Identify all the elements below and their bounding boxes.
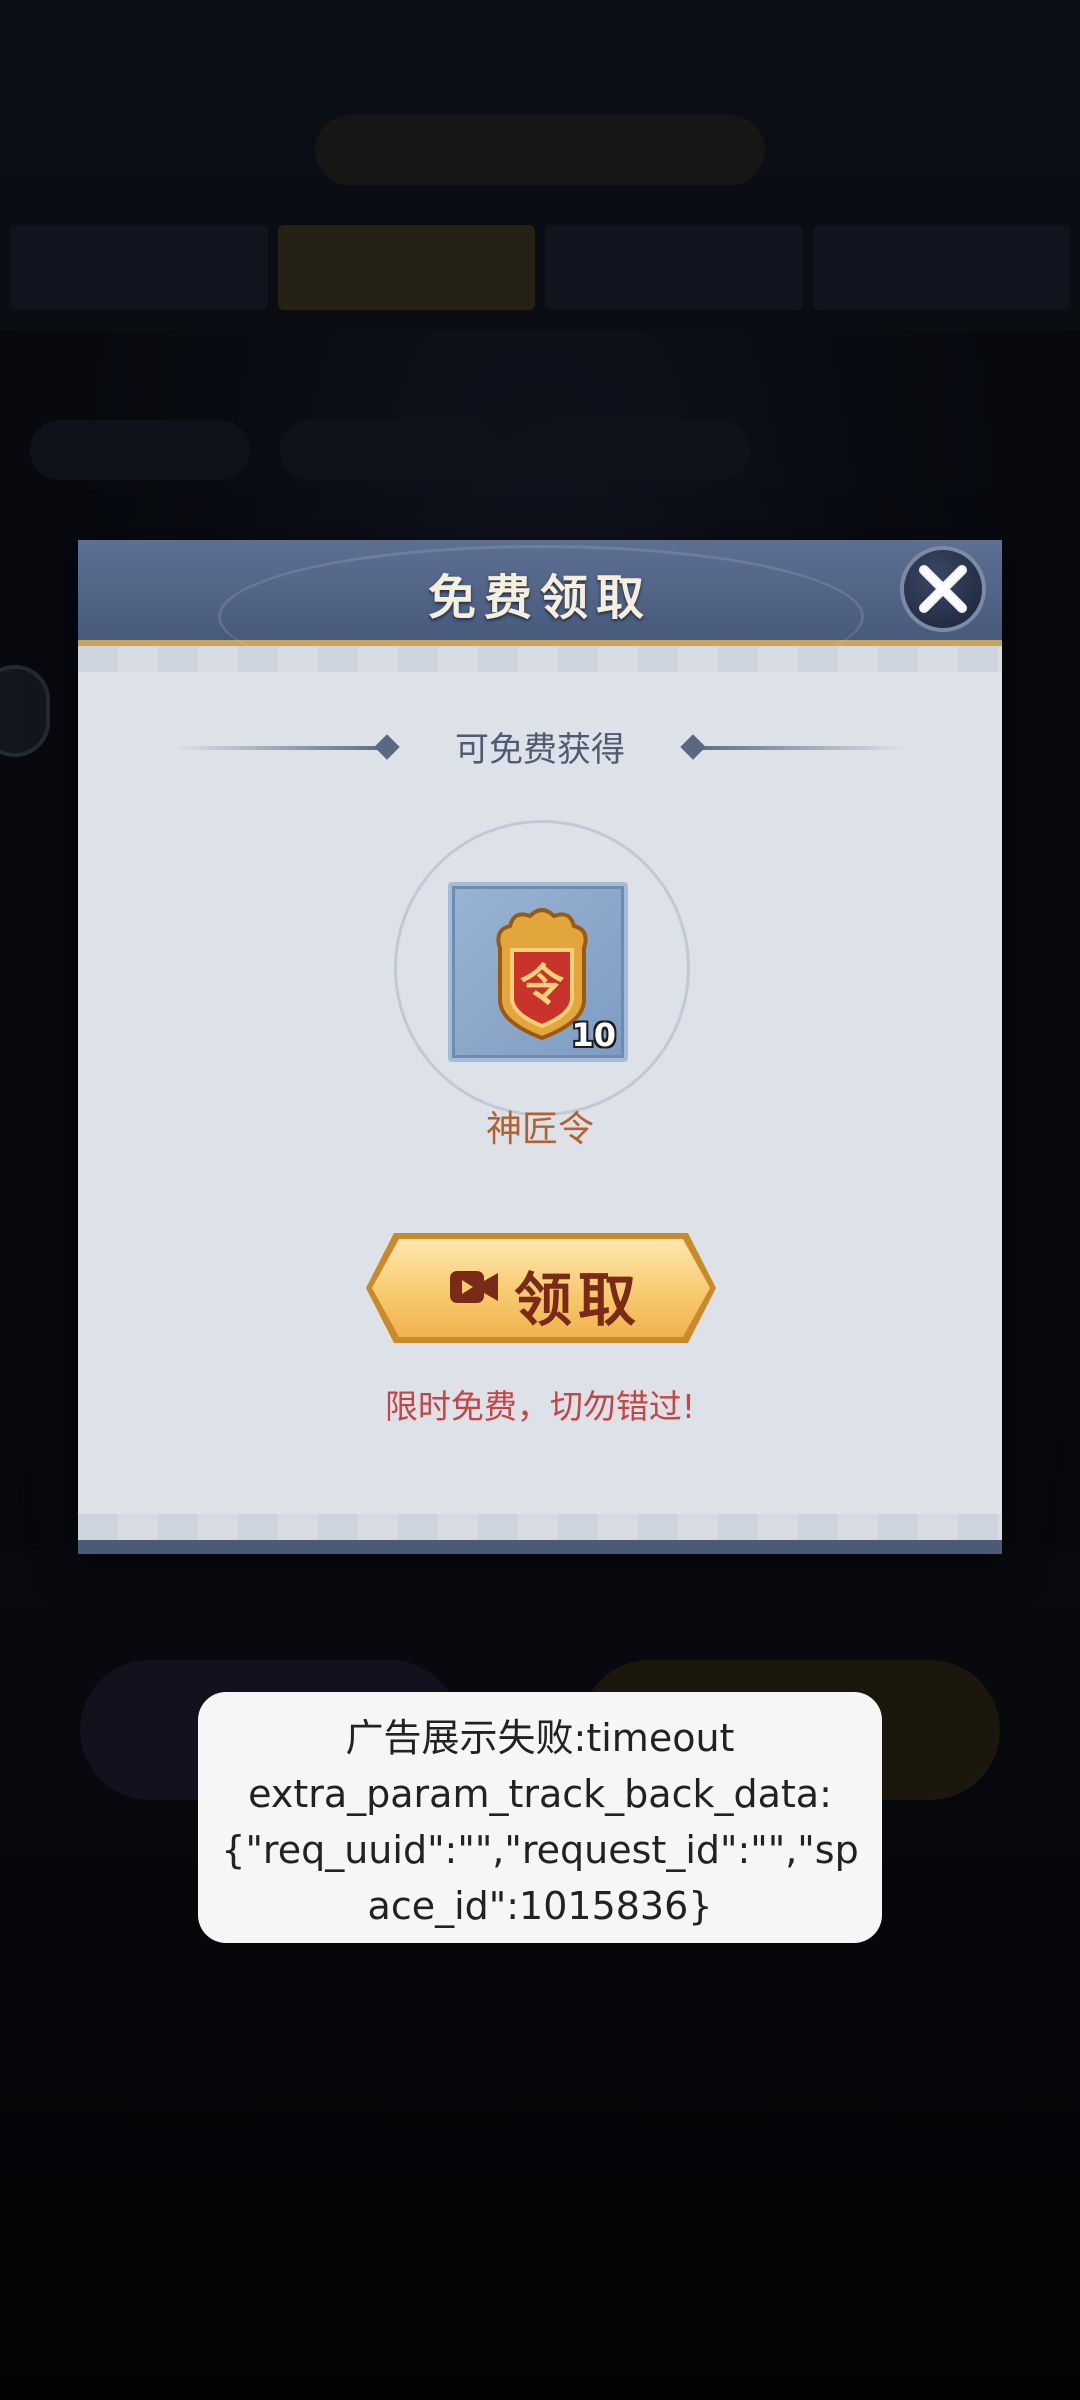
toast-line: 广告展示失败:timeout <box>345 1716 735 1760</box>
limited-time-notice: 限时免费，切勿错过! <box>384 1387 696 1426</box>
modal-bottom-bar <box>78 1540 1002 1554</box>
claim-button[interactable]: 领取 <box>366 1233 716 1343</box>
free-claim-modal: 免费领取 可免费获得 令 10 神匠令 领取 限时免费，切勿错过! <box>78 540 1002 1554</box>
ornament-band-top <box>78 646 1002 672</box>
modal-header: 免费领取 <box>78 540 1002 688</box>
divider-line-right <box>694 746 904 750</box>
video-camera-icon <box>450 1271 498 1303</box>
modal-title: 免费领取 <box>427 570 652 626</box>
toast-line: ace_id":1015836} <box>367 1884 713 1928</box>
reward-item-slot[interactable]: 令 10 <box>448 882 628 1062</box>
error-toast: 广告展示失败:timeout extra_param_track_back_da… <box>198 1692 882 1943</box>
close-x-icon <box>919 565 967 613</box>
toast-line: {"req_uuid":"","request_id":"","sp <box>221 1828 859 1872</box>
close-button[interactable] <box>900 546 986 632</box>
ornament-band-bottom <box>78 1514 1002 1540</box>
token-glyph: 令 <box>520 960 565 1011</box>
item-count: 10 <box>571 1016 616 1054</box>
item-name: 神匠令 <box>485 1109 594 1150</box>
claim-button-label: 领取 <box>514 1266 643 1334</box>
toast-line: extra_param_track_back_data: <box>248 1772 832 1816</box>
